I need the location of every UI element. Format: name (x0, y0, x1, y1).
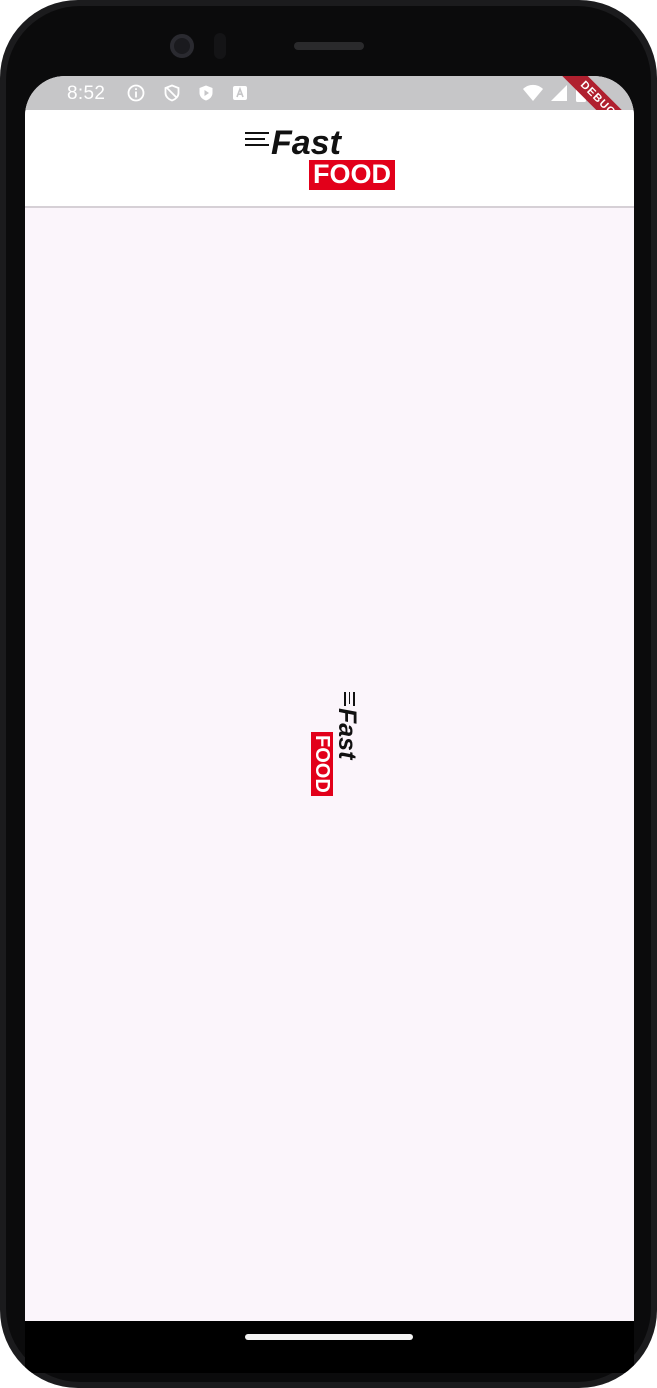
center-logo-fast-text: Fast (333, 708, 361, 760)
app-bar: Fast FOOD (25, 110, 634, 208)
shield-icon (163, 84, 181, 102)
center-logo: Fast FOOD (305, 692, 361, 812)
info-icon (127, 84, 145, 102)
wifi-icon (522, 83, 544, 109)
signal-icon (549, 83, 569, 109)
phone-frame: 8:52 DEBUG Fast FOOD Fast FOOD (0, 0, 657, 1388)
app-screen: 8:52 DEBUG Fast FOOD Fast FOOD (25, 76, 634, 1321)
home-gesture-handle[interactable] (245, 1334, 413, 1340)
app-bar-logo: Fast FOOD (245, 124, 417, 190)
proximity-sensor (214, 33, 226, 59)
logo-fast-text: Fast (271, 124, 341, 162)
a-icon (231, 84, 249, 102)
earpiece-speaker (294, 42, 364, 50)
status-bar: 8:52 (25, 76, 634, 110)
center-logo-food-text: FOOD (311, 732, 333, 796)
front-camera (170, 34, 194, 58)
status-time: 8:52 (67, 83, 106, 104)
speed-lines-icon (245, 132, 269, 150)
navigation-bar (25, 1321, 634, 1373)
logo-food-text: FOOD (309, 160, 395, 190)
speed-lines-icon (342, 692, 355, 706)
play-protect-icon (197, 84, 215, 102)
